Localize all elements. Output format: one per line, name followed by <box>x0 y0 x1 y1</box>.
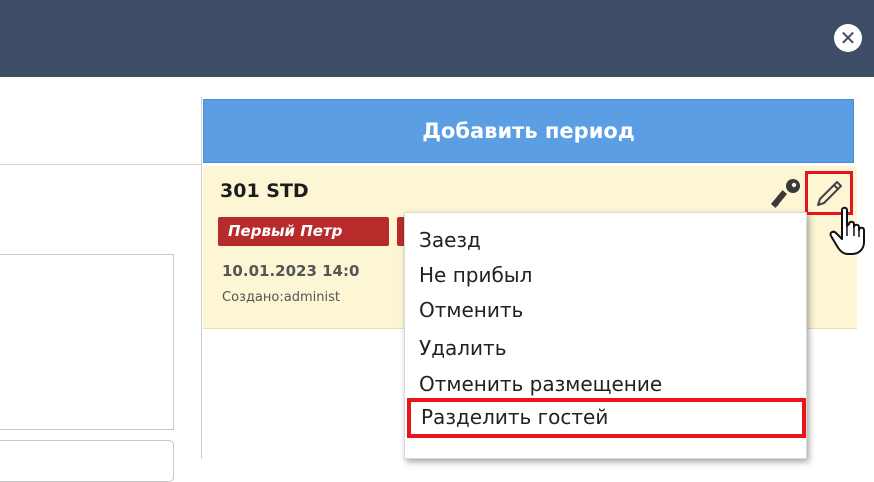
close-icon[interactable]: ✕ <box>834 24 862 52</box>
room-label: 301 STD <box>220 180 309 202</box>
menu-item-split-guests[interactable]: Разделить гостей <box>407 398 806 438</box>
left-text-area[interactable] <box>0 254 174 430</box>
panel-divider <box>201 97 202 459</box>
dialog-header: ✕ <box>0 0 874 77</box>
menu-item-no-show[interactable]: Не прибыл <box>419 263 532 287</box>
hand-cursor-icon <box>829 206 865 255</box>
context-menu: Заезд Не прибыл Отменить Удалить Отменит… <box>404 212 807 459</box>
pencil-icon <box>817 181 842 206</box>
left-divider <box>0 164 202 165</box>
guest-badge: Первый Петр <box>218 217 389 246</box>
key-icon[interactable] <box>769 176 803 210</box>
menu-item-cancel-placement[interactable]: Отменить размещение <box>419 372 662 396</box>
menu-item-delete[interactable]: Удалить <box>419 336 507 360</box>
menu-item-cancel[interactable]: Отменить <box>419 298 523 322</box>
booking-dates: 10.01.2023 14:0 <box>222 262 360 280</box>
add-period-button[interactable]: Добавить период <box>203 99 854 163</box>
left-input[interactable] <box>0 440 174 482</box>
created-by: Создано:administ <box>222 290 340 305</box>
menu-item-checkin[interactable]: Заезд <box>419 228 481 252</box>
